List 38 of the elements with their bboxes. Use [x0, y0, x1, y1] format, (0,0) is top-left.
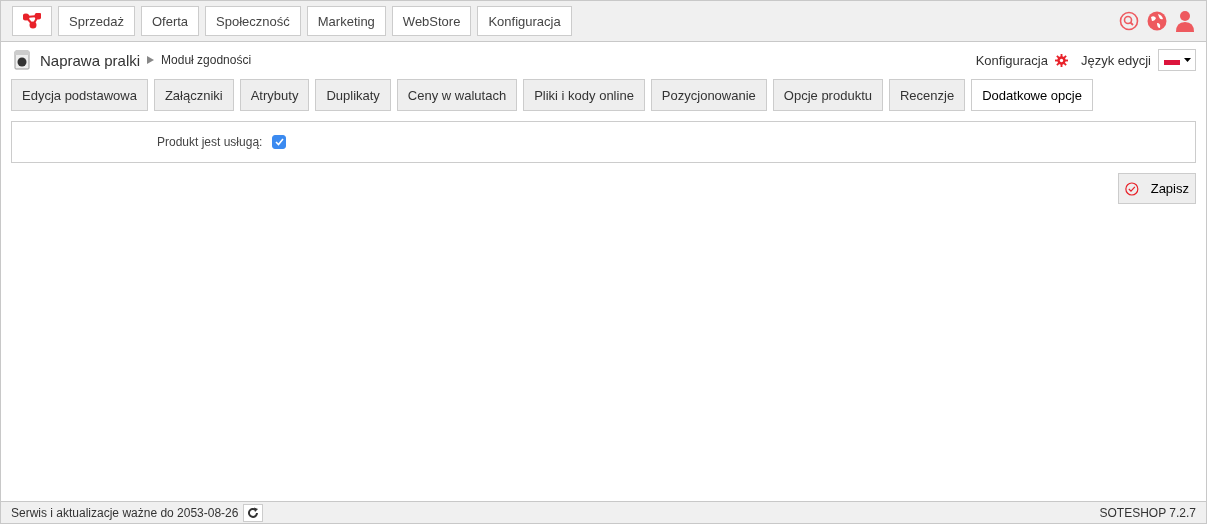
module-name: Moduł zgodności: [161, 53, 252, 67]
tab[interactable]: Ceny w walutach: [396, 79, 518, 111]
nav-button[interactable]: Sprzedaż: [58, 6, 135, 36]
refresh-button[interactable]: [243, 503, 264, 522]
nav-button[interactable]: WebStore: [391, 6, 472, 36]
tab[interactable]: Załączniki: [153, 79, 234, 111]
language-label: Język edycji: [1080, 52, 1151, 68]
nav-button[interactable]: Oferta: [140, 6, 200, 36]
refresh-icon: [247, 506, 260, 519]
tab[interactable]: Pliki i kody online: [523, 79, 645, 111]
check-circle-icon: [1125, 180, 1139, 197]
configuration-link[interactable]: Konfiguracja: [975, 52, 1048, 68]
user-icon[interactable]: [1175, 10, 1195, 32]
save-button[interactable]: Zapisz: [1118, 173, 1196, 204]
tab[interactable]: Dodatkowe opcje: [971, 79, 1093, 111]
gear-icon[interactable]: [1054, 53, 1068, 67]
tab[interactable]: Opcje produktu: [772, 79, 883, 111]
tab[interactable]: Atrybuty: [239, 79, 310, 111]
tab[interactable]: Pozycjonowanie: [650, 79, 767, 111]
globe-icon[interactable]: [1147, 11, 1167, 31]
tab[interactable]: Duplikaty: [315, 79, 391, 111]
service-label: Produkt jest usługą:: [157, 135, 263, 149]
logo-button[interactable]: [12, 6, 52, 36]
nav-button[interactable]: Marketing: [306, 6, 386, 36]
washing-machine-icon: [14, 50, 30, 70]
tab[interactable]: Edycja podstawowa: [11, 79, 148, 111]
nav-button[interactable]: Konfiguracja: [477, 6, 572, 36]
tab[interactable]: Recenzje: [889, 79, 966, 111]
product-name[interactable]: Naprawa pralki: [40, 51, 141, 69]
language-dropdown[interactable]: [1158, 49, 1196, 71]
service-checkbox[interactable]: [272, 135, 287, 149]
version-text: SOTESHOP 7.2.7: [1099, 505, 1196, 520]
caret-icon: [1183, 58, 1191, 62]
license-text: Serwis i aktualizacje ważne do 2053-08-26: [11, 505, 239, 520]
network-icon: [23, 13, 41, 29]
breadcrumb-arrow-icon: [147, 56, 155, 64]
nav-button[interactable]: Społeczność: [205, 6, 301, 36]
search-icon[interactable]: [1119, 11, 1139, 31]
